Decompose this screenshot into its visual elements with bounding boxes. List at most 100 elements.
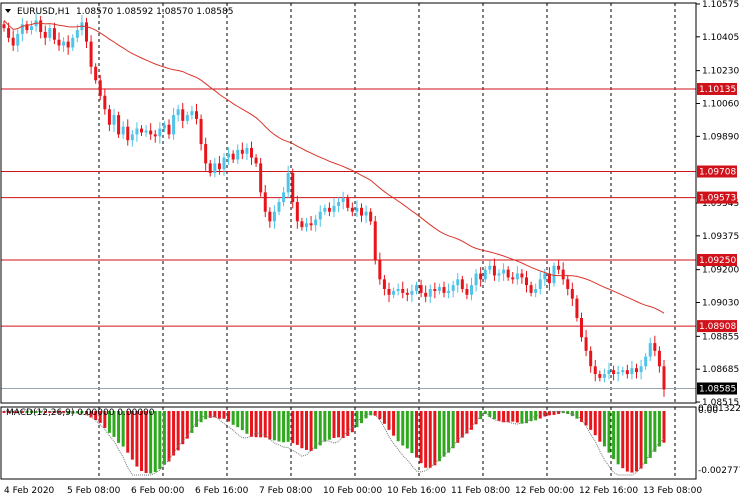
candle-body (121, 126, 125, 135)
candle-body (520, 273, 524, 278)
candle-body (511, 277, 515, 280)
candle-body (263, 192, 267, 212)
candle-body (451, 285, 455, 291)
candle-body (364, 211, 368, 216)
candle-body (360, 207, 363, 216)
macd-bar (401, 411, 405, 446)
macd-bar (387, 411, 391, 430)
candle-body (419, 285, 423, 293)
y-tick-label: 1.08685 (702, 365, 739, 375)
macd-bar (305, 411, 308, 450)
macd-bar (140, 411, 143, 472)
candle-body (231, 153, 235, 160)
candle-body (644, 356, 648, 367)
macd-bar (492, 411, 496, 420)
ohlc-label: 1.08570 1.08592 1.08570 1.08585 (76, 7, 233, 17)
macd-bar (236, 411, 240, 428)
macd-bar (593, 411, 597, 436)
candle-body (272, 211, 276, 222)
macd-bar (630, 411, 634, 473)
candle-body (318, 211, 322, 220)
candle-body (506, 269, 510, 278)
candle-body (291, 173, 295, 203)
y-tick-label: 1.10575 (702, 0, 739, 10)
macd-bar (662, 411, 666, 443)
macd-bar (318, 411, 322, 446)
candle-body (428, 288, 432, 297)
candle-body (11, 37, 15, 46)
candle-body (2, 24, 6, 29)
candle-body (39, 20, 43, 32)
x-tick-label: 12 Feb 16:00 (579, 486, 638, 496)
macd-bar (607, 411, 611, 453)
candle-body (433, 288, 437, 291)
macd-bar (396, 411, 400, 442)
level-label: 1.10135 (699, 85, 736, 95)
macd-bar (144, 411, 148, 473)
macd-bar (300, 411, 304, 449)
candle-body (570, 288, 574, 299)
candle-body (240, 149, 244, 154)
candle-body (282, 192, 286, 203)
macd-bar (277, 411, 281, 442)
x-tick-label: 13 Feb 08:00 (643, 486, 702, 496)
candle-body (245, 147, 249, 154)
dropdown-icon[interactable] (5, 9, 11, 13)
macd-bar (291, 411, 295, 444)
candle-body (185, 115, 189, 121)
candle-body (140, 128, 143, 133)
macd-bar (323, 411, 327, 442)
candle-body (268, 211, 272, 222)
candle-body (607, 370, 611, 375)
candle-body (630, 368, 634, 375)
macd-bar (415, 411, 418, 458)
x-tick-label: 4 Feb 2020 (4, 486, 55, 496)
candle-body (355, 207, 359, 212)
candle-body (222, 157, 226, 170)
macd-bar (529, 411, 533, 422)
macd-bar (135, 411, 139, 467)
candle-body (488, 265, 492, 270)
x-tick-label: 12 Feb 00:00 (515, 486, 574, 496)
macd-bar (442, 411, 446, 457)
macd-bar (263, 411, 267, 438)
candle-body (71, 37, 75, 48)
candle-body (470, 285, 473, 295)
candle-body (314, 219, 318, 226)
candle-body (236, 149, 240, 160)
macd-bar (447, 411, 451, 453)
candle-body (135, 128, 139, 135)
candle-body (204, 144, 208, 164)
candle-body (369, 211, 373, 222)
macd-bar (451, 411, 455, 449)
macd-bar (616, 411, 620, 465)
macd-bar (625, 411, 629, 472)
macd-bar (428, 411, 432, 468)
x-tick-label: 11 Feb 08:00 (451, 486, 510, 496)
macd-bar (217, 411, 221, 419)
candle-body (580, 317, 583, 338)
candle-body (199, 118, 203, 145)
candle-body (153, 134, 157, 137)
candle-body (43, 31, 47, 38)
candle-body (566, 279, 570, 289)
candle-body (456, 279, 460, 286)
y-tick-label: 1.09030 (702, 299, 739, 309)
chart-window: 4 Feb 2020 5 Feb 08:00 6 Feb 00:00 6 Feb 16… (0, 0, 740, 500)
candle-body (208, 163, 212, 174)
candle-body (465, 288, 469, 295)
candle-body (515, 273, 519, 280)
candle-body (415, 285, 418, 291)
candle-body (401, 288, 405, 293)
macd-bar (176, 411, 180, 451)
macd-bar (653, 411, 657, 452)
y-tick-label: 1.09375 (702, 232, 739, 242)
macd-bar (222, 411, 226, 419)
candle-body (648, 343, 652, 357)
candle-body (332, 205, 336, 212)
candle-body (447, 290, 451, 293)
candle-body (410, 290, 414, 295)
macd-bar (282, 411, 286, 443)
y-tick-label: 1.10405 (702, 33, 739, 43)
macd-bar (511, 411, 515, 422)
